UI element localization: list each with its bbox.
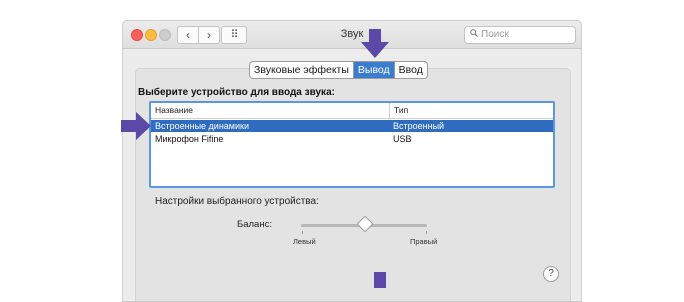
tab-output[interactable]: Вывод	[353, 62, 395, 78]
help-button[interactable]: ?	[543, 266, 559, 282]
device-list-heading: Выберите устройство для ввода звука:	[138, 87, 335, 98]
table-row[interactable]: Встроенные динамики Встроенный	[151, 120, 553, 132]
tab-input[interactable]: Ввод	[395, 62, 427, 78]
right-arrow-icon	[121, 112, 151, 140]
down-arrow-icon	[374, 272, 386, 288]
table-header: Название Тип	[151, 103, 553, 119]
search-placeholder: Поиск	[481, 29, 509, 40]
device-name: Встроенные динамики	[155, 121, 249, 131]
column-header-name[interactable]: Название	[155, 103, 193, 118]
device-table[interactable]: Название Тип Встроенные динамики Встроен…	[149, 101, 555, 188]
tab-sound-effects[interactable]: Звуковые эффекты	[250, 62, 354, 78]
sound-preferences-window: ‹ › ⠿ Звук Поиск Звуковые эффекты Вывод …	[122, 20, 582, 302]
device-type: Встроенный	[393, 121, 445, 131]
down-arrow-icon	[361, 29, 389, 58]
balance-label: Баланс:	[237, 219, 272, 230]
column-header-type[interactable]: Тип	[389, 103, 554, 118]
title-bar: ‹ › ⠿ Звук Поиск	[123, 21, 581, 49]
device-settings-label: Настройки выбранного устройства:	[155, 196, 319, 207]
slider-tick-left	[302, 231, 303, 234]
tab-bar: Звуковые эффекты Вывод Ввод	[249, 61, 428, 79]
slider-tick-right	[426, 231, 427, 234]
device-type: USB	[393, 134, 412, 144]
table-row[interactable]: Микрофон Fifine USB	[151, 133, 553, 145]
balance-max-label: Правый	[410, 237, 438, 246]
balance-min-label: Левый	[293, 237, 316, 246]
search-field[interactable]: Поиск	[464, 26, 576, 44]
search-icon	[470, 27, 478, 43]
device-name: Микрофон Fifine	[155, 134, 224, 144]
